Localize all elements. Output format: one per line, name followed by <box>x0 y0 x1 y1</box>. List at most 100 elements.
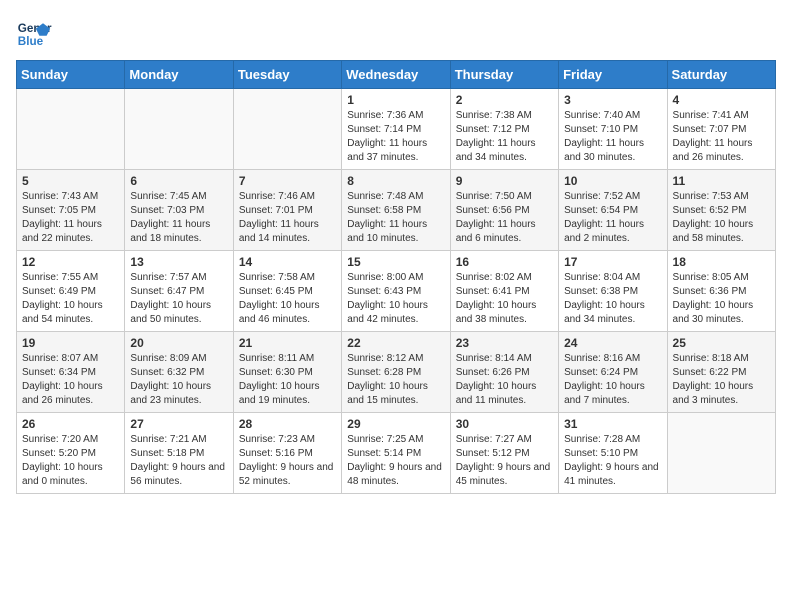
day-info: Sunrise: 8:14 AM Sunset: 6:26 PM Dayligh… <box>456 352 553 408</box>
calendar-cell: 9 Sunrise: 7:50 AM Sunset: 6:56 PM Daylig… <box>450 170 558 251</box>
logo: General Blue <box>16 16 52 52</box>
day-number: 4 <box>673 93 770 107</box>
day-number: 21 <box>239 336 336 350</box>
calendar-cell: 5Sunrise: 7:43 AM Sunset: 7:05 PM Daylig… <box>17 170 125 251</box>
day-number: 16 <box>456 255 553 269</box>
svg-text:Blue: Blue <box>18 35 44 48</box>
calendar-cell: 24 Sunrise: 8:16 AM Sunset: 6:24 PM Dayli… <box>559 332 667 413</box>
day-info: Sunrise: 7:48 AM Sunset: 6:58 PM Dayligh… <box>347 190 444 246</box>
day-number: 12 <box>22 255 119 269</box>
day-info: Sunrise: 7:52 AM Sunset: 6:54 PM Dayligh… <box>564 190 661 246</box>
weekday-header-monday: Monday <box>125 61 233 89</box>
calendar-cell: 7 Sunrise: 7:46 AM Sunset: 7:01 PM Daylig… <box>233 170 341 251</box>
day-number: 18 <box>673 255 770 269</box>
day-number: 6 <box>130 174 227 188</box>
day-number: 19 <box>22 336 119 350</box>
day-info: Sunrise: 7:53 AM Sunset: 6:52 PM Dayligh… <box>673 190 770 246</box>
day-number: 17 <box>564 255 661 269</box>
calendar: SundayMondayTuesdayWednesdayThursdayFrid… <box>16 60 776 494</box>
week-row-3: 12 Sunrise: 7:55 AM Sunset: 6:49 PM Dayli… <box>17 251 776 332</box>
calendar-cell: 27 Sunrise: 7:21 AM Sunset: 5:18 PM Dayli… <box>125 413 233 494</box>
day-number: 8 <box>347 174 444 188</box>
calendar-cell: 18 Sunrise: 8:05 AM Sunset: 6:36 PM Dayli… <box>667 251 775 332</box>
weekday-header-thursday: Thursday <box>450 61 558 89</box>
day-number: 27 <box>130 417 227 431</box>
calendar-cell: 1Sunrise: 7:36 AM Sunset: 7:14 PM Daylig… <box>342 89 450 170</box>
day-number: 20 <box>130 336 227 350</box>
day-info: Sunrise: 8:11 AM Sunset: 6:30 PM Dayligh… <box>239 352 336 408</box>
calendar-cell: 25Sunrise: 8:18 AM Sunset: 6:22 PM Dayli… <box>667 332 775 413</box>
day-number: 11 <box>673 174 770 188</box>
day-number: 30 <box>456 417 553 431</box>
day-info: Sunrise: 8:00 AM Sunset: 6:43 PM Dayligh… <box>347 271 444 327</box>
day-number: 5 <box>22 174 119 188</box>
day-number: 26 <box>22 417 119 431</box>
calendar-cell <box>17 89 125 170</box>
day-info: Sunrise: 8:07 AM Sunset: 6:34 PM Dayligh… <box>22 352 119 408</box>
day-info: Sunrise: 7:41 AM Sunset: 7:07 PM Dayligh… <box>673 109 770 165</box>
day-info: Sunrise: 7:50 AM Sunset: 6:56 PM Dayligh… <box>456 190 553 246</box>
calendar-cell: 19 Sunrise: 8:07 AM Sunset: 6:34 PM Dayli… <box>17 332 125 413</box>
day-info: Sunrise: 8:09 AM Sunset: 6:32 PM Dayligh… <box>130 352 227 408</box>
calendar-cell: 20 Sunrise: 8:09 AM Sunset: 6:32 PM Dayli… <box>125 332 233 413</box>
day-info: Sunrise: 7:27 AM Sunset: 5:12 PM Dayligh… <box>456 433 553 489</box>
day-info: Sunrise: 7:45 AM Sunset: 7:03 PM Dayligh… <box>130 190 227 246</box>
day-number: 24 <box>564 336 661 350</box>
day-info: Sunrise: 7:28 AM Sunset: 5:10 PM Dayligh… <box>564 433 661 489</box>
day-info: Sunrise: 8:16 AM Sunset: 6:24 PM Dayligh… <box>564 352 661 408</box>
day-number: 13 <box>130 255 227 269</box>
day-info: Sunrise: 7:38 AM Sunset: 7:12 PM Dayligh… <box>456 109 553 165</box>
calendar-cell: 2Sunrise: 7:38 AM Sunset: 7:12 PM Daylig… <box>450 89 558 170</box>
day-info: Sunrise: 8:12 AM Sunset: 6:28 PM Dayligh… <box>347 352 444 408</box>
day-info: Sunrise: 7:36 AM Sunset: 7:14 PM Dayligh… <box>347 109 444 165</box>
day-number: 29 <box>347 417 444 431</box>
calendar-cell: 8 Sunrise: 7:48 AM Sunset: 6:58 PM Daylig… <box>342 170 450 251</box>
day-info: Sunrise: 7:55 AM Sunset: 6:49 PM Dayligh… <box>22 271 119 327</box>
calendar-cell: 15 Sunrise: 8:00 AM Sunset: 6:43 PM Dayli… <box>342 251 450 332</box>
week-row-4: 19 Sunrise: 8:07 AM Sunset: 6:34 PM Dayli… <box>17 332 776 413</box>
week-row-1: 1Sunrise: 7:36 AM Sunset: 7:14 PM Daylig… <box>17 89 776 170</box>
weekday-header-friday: Friday <box>559 61 667 89</box>
calendar-cell: 30 Sunrise: 7:27 AM Sunset: 5:12 PM Dayli… <box>450 413 558 494</box>
day-number: 14 <box>239 255 336 269</box>
day-info: Sunrise: 8:05 AM Sunset: 6:36 PM Dayligh… <box>673 271 770 327</box>
weekday-header-tuesday: Tuesday <box>233 61 341 89</box>
calendar-cell: 11 Sunrise: 7:53 AM Sunset: 6:52 PM Dayli… <box>667 170 775 251</box>
weekday-header-row: SundayMondayTuesdayWednesdayThursdayFrid… <box>17 61 776 89</box>
calendar-cell: 17 Sunrise: 8:04 AM Sunset: 6:38 PM Dayli… <box>559 251 667 332</box>
calendar-cell: 28Sunrise: 7:23 AM Sunset: 5:16 PM Dayli… <box>233 413 341 494</box>
calendar-body: 1Sunrise: 7:36 AM Sunset: 7:14 PM Daylig… <box>17 89 776 494</box>
day-info: Sunrise: 7:23 AM Sunset: 5:16 PM Dayligh… <box>239 433 336 489</box>
calendar-cell: 6 Sunrise: 7:45 AM Sunset: 7:03 PM Daylig… <box>125 170 233 251</box>
day-number: 10 <box>564 174 661 188</box>
day-number: 31 <box>564 417 661 431</box>
calendar-cell: 26Sunrise: 7:20 AM Sunset: 5:20 PM Dayli… <box>17 413 125 494</box>
calendar-cell: 31 Sunrise: 7:28 AM Sunset: 5:10 PM Dayli… <box>559 413 667 494</box>
calendar-cell: 16Sunrise: 8:02 AM Sunset: 6:41 PM Dayli… <box>450 251 558 332</box>
logo-icon: General Blue <box>16 16 52 52</box>
weekday-header-sunday: Sunday <box>17 61 125 89</box>
day-number: 3 <box>564 93 661 107</box>
calendar-cell: 13 Sunrise: 7:57 AM Sunset: 6:47 PM Dayli… <box>125 251 233 332</box>
day-info: Sunrise: 7:46 AM Sunset: 7:01 PM Dayligh… <box>239 190 336 246</box>
day-info: Sunrise: 8:18 AM Sunset: 6:22 PM Dayligh… <box>673 352 770 408</box>
calendar-cell: 14Sunrise: 7:58 AM Sunset: 6:45 PM Dayli… <box>233 251 341 332</box>
day-number: 7 <box>239 174 336 188</box>
calendar-cell: 22 Sunrise: 8:12 AM Sunset: 6:28 PM Dayli… <box>342 332 450 413</box>
day-number: 23 <box>456 336 553 350</box>
day-number: 22 <box>347 336 444 350</box>
day-number: 15 <box>347 255 444 269</box>
calendar-cell: 3Sunrise: 7:40 AM Sunset: 7:10 PM Daylig… <box>559 89 667 170</box>
calendar-cell: 21 Sunrise: 8:11 AM Sunset: 6:30 PM Dayli… <box>233 332 341 413</box>
calendar-cell <box>125 89 233 170</box>
day-number: 9 <box>456 174 553 188</box>
page-header: General Blue <box>16 16 776 52</box>
weekday-header-wednesday: Wednesday <box>342 61 450 89</box>
week-row-2: 5Sunrise: 7:43 AM Sunset: 7:05 PM Daylig… <box>17 170 776 251</box>
day-info: Sunrise: 8:04 AM Sunset: 6:38 PM Dayligh… <box>564 271 661 327</box>
day-info: Sunrise: 7:25 AM Sunset: 5:14 PM Dayligh… <box>347 433 444 489</box>
week-row-5: 26Sunrise: 7:20 AM Sunset: 5:20 PM Dayli… <box>17 413 776 494</box>
day-info: Sunrise: 7:21 AM Sunset: 5:18 PM Dayligh… <box>130 433 227 489</box>
calendar-cell: 23 Sunrise: 8:14 AM Sunset: 6:26 PM Dayli… <box>450 332 558 413</box>
day-info: Sunrise: 7:57 AM Sunset: 6:47 PM Dayligh… <box>130 271 227 327</box>
